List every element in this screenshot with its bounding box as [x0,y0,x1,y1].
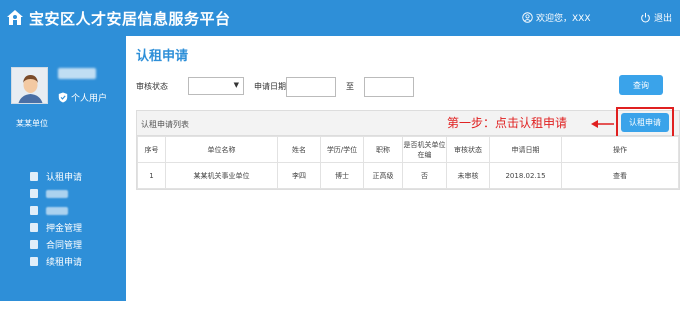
sidebar-item-label-blurred [46,206,68,215]
sidebar-item-label: 合同管理 [46,241,83,251]
date-from-input[interactable] [286,77,336,97]
home-logo-icon [7,10,23,25]
power-icon [641,12,650,23]
status-select[interactable]: ▼ [188,77,244,95]
col-header: 是否机关单位在编 [402,136,447,163]
sidebar-item-hidden-2[interactable] [30,202,124,219]
sidebar-item-hidden-1[interactable] [30,185,124,202]
sidebar-item-deposit[interactable]: 押金管理 [30,219,124,236]
cell-date: 2018.02.15 [489,162,562,189]
watermark-text: 大数跨境 [24,317,73,331]
col-header: 学历/学位 [320,136,364,163]
cell-org: 某某机关事业单位 [165,162,278,189]
arrow-left-icon [591,120,614,128]
sidebar-item-label: 押金管理 [46,224,83,234]
instruction-annotation: 第一步：点击认租申请 [447,116,568,130]
table-row: 1 某某机关事业单位 李四 博士 正高级 否 未审核 2018.02.15 查看 [137,162,679,189]
top-header: 宝安区人才安居信息服务平台 欢迎您，XXX 退出 [0,0,680,36]
table-header-row: 序号 单位名称 姓名 学历/学位 职称 是否机关单位在编 审核状态 申请日期 操… [137,136,679,163]
sidebar-item-label: 续租申请 [46,258,83,268]
watermark-logo-icon [6,317,20,330]
list-title: 认租申请列表 [141,120,189,129]
sidebar: 个人用户 某某单位 认租申请 押金管理 合同管理 续租申请 大数跨境 [0,36,126,331]
rent-apply-button[interactable]: 认租申请 [621,113,669,132]
cell-index: 1 [137,162,166,189]
document-icon [30,257,38,266]
col-header: 单位名称 [165,136,278,163]
watermark: 大数跨境 [6,315,72,332]
document-icon [30,172,38,181]
col-header: 操作 [561,136,679,163]
cell-civil-service: 否 [402,162,447,189]
rent-apply-list: 认租申请列表 第一步：点击认租申请 认租申请 序号 单位名称 姓名 学历/学位 … [136,107,680,190]
logout-label: 退出 [654,14,673,24]
col-header: 申请日期 [489,136,562,163]
user-name-blurred [58,68,96,79]
sidebar-menu: 认租申请 押金管理 合同管理 续租申请 [30,168,124,270]
user-role: 个人用户 [58,91,107,104]
filter-bar: 审核状态 ▼ 申请日期 至 [136,77,676,97]
cell-status: 未审核 [446,162,490,189]
user-role-label: 个人用户 [71,94,108,104]
col-header: 职称 [363,136,403,163]
main-content: 认租申请 审核状态 ▼ 申请日期 至 查询 认租申请列表 第一步：点击认租申请 … [126,36,680,301]
date-to-label: 至 [346,82,354,91]
sidebar-item-rent-apply[interactable]: 认租申请 [30,168,124,185]
cell-name: 李四 [277,162,321,189]
user-greeting[interactable]: 欢迎您，XXX [522,11,591,24]
document-icon [30,240,38,249]
status-label: 审核状态 [136,82,168,91]
date-to-input[interactable] [364,77,414,97]
view-link[interactable]: 查看 [561,162,679,189]
avatar [11,67,48,104]
logout-button[interactable]: 退出 [640,11,672,24]
cell-degree: 博士 [320,162,364,189]
query-button[interactable]: 查询 [619,75,663,95]
rent-apply-table: 序号 单位名称 姓名 学历/学位 职称 是否机关单位在编 审核状态 申请日期 操… [137,136,679,189]
app-title: 宝安区人才安居信息服务平台 [29,10,231,28]
shield-check-icon [58,92,68,103]
sidebar-item-renew[interactable]: 续租申请 [30,253,124,270]
dropdown-caret-icon: ▼ [233,81,239,89]
page-title: 认租申请 [136,49,189,64]
col-header: 审核状态 [446,136,490,163]
sidebar-item-label-blurred [46,189,68,198]
list-header-bar: 认租申请列表 第一步：点击认租申请 认租申请 [137,107,679,138]
document-icon [30,206,38,215]
col-header: 姓名 [277,136,321,163]
sidebar-item-contract[interactable]: 合同管理 [30,236,124,253]
avatar-image [12,68,47,103]
user-org: 某某单位 [16,119,48,128]
cell-title: 正高级 [363,162,403,189]
document-icon [30,189,38,198]
sidebar-item-label: 认租申请 [46,173,83,183]
user-icon [522,12,533,23]
user-greeting-text: 欢迎您，XXX [536,14,591,24]
document-icon [30,223,38,232]
date-label: 申请日期 [254,82,286,91]
col-header: 序号 [137,136,166,163]
